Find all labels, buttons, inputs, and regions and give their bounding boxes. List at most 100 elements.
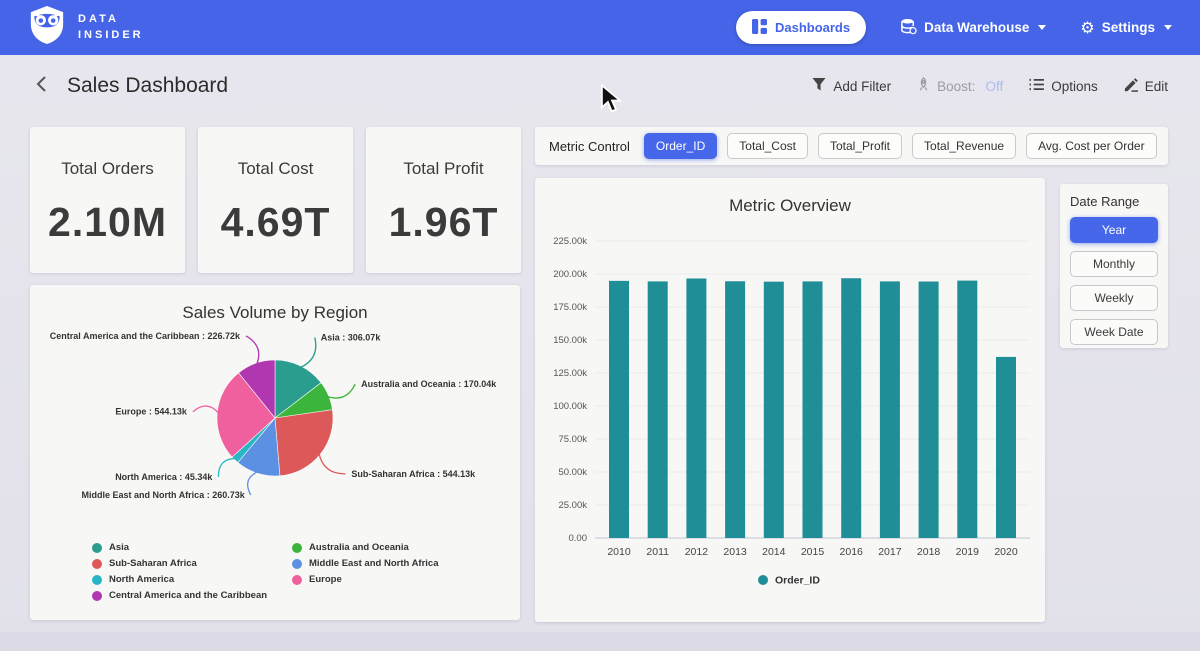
kpi-value: 1.96T bbox=[366, 199, 521, 246]
metric-chip-total-cost[interactable]: Total_Cost bbox=[727, 133, 808, 159]
bar bbox=[725, 281, 745, 538]
kpi-card-total-cost: Total Cost 4.69T bbox=[198, 127, 353, 273]
brand-name: DATA INSIDER bbox=[78, 12, 144, 44]
x-axis-tick-label: 2013 bbox=[723, 546, 747, 558]
date-range-week-date-button[interactable]: Week Date bbox=[1070, 319, 1158, 345]
date-range-monthly-button[interactable]: Monthly bbox=[1070, 251, 1158, 277]
bar bbox=[686, 278, 706, 538]
kpi-label: Total Profit bbox=[366, 159, 521, 179]
legend-item[interactable]: Middle East and North Africa bbox=[292, 558, 492, 569]
y-axis-tick-label: 0.00 bbox=[569, 533, 588, 544]
legend-name: Middle East and North Africa bbox=[309, 558, 439, 569]
pie-callout-label: Australia and Oceania : 170.04k bbox=[361, 379, 497, 389]
pie-chart-title: Sales Volume by Region bbox=[30, 285, 520, 323]
y-axis-tick-label: 75.00k bbox=[558, 434, 587, 445]
pie-callout-label: Middle East and North Africa : 260.73k bbox=[82, 490, 246, 500]
brand-logo[interactable]: DATA INSIDER bbox=[28, 5, 144, 50]
metric-control-bar: Metric Control Order_ID Total_Cost Total… bbox=[535, 127, 1168, 165]
bar bbox=[764, 282, 784, 538]
pie-callout-label: Central America and the Caribbean : 226.… bbox=[50, 331, 241, 341]
legend-name: Asia bbox=[109, 542, 129, 553]
legend-column: Australia and Oceania Middle East and Nor… bbox=[292, 542, 492, 606]
options-button[interactable]: Options bbox=[1029, 78, 1098, 94]
owl-logo-icon bbox=[28, 5, 66, 50]
date-range-year-button[interactable]: Year bbox=[1070, 217, 1158, 243]
boost-label: Boost: bbox=[937, 79, 975, 94]
nav-settings-button[interactable]: ⚙ Settings bbox=[1080, 20, 1172, 36]
add-filter-button[interactable]: Add Filter bbox=[812, 78, 891, 94]
filter-funnel-icon bbox=[812, 78, 826, 94]
y-axis-tick-label: 225.00k bbox=[553, 236, 587, 247]
dashboard-grid-icon bbox=[752, 19, 767, 37]
pie-chart-legend: Asia Sub-Saharan Africa North America Centr… bbox=[30, 542, 520, 606]
bar bbox=[957, 281, 977, 538]
metric-chip-total-profit[interactable]: Total_Profit bbox=[818, 133, 902, 159]
gear-icon: ⚙ bbox=[1080, 20, 1094, 36]
nav-dashboards-label: Dashboards bbox=[775, 20, 850, 35]
chevron-down-icon bbox=[1038, 25, 1046, 30]
x-axis-tick-label: 2019 bbox=[956, 546, 980, 558]
back-button[interactable] bbox=[32, 75, 51, 97]
rocket-icon bbox=[917, 77, 930, 95]
y-axis-tick-label: 100.00k bbox=[553, 401, 587, 412]
bar bbox=[841, 278, 861, 538]
pie-chart-card: Sales Volume by Region Asia : 306.07kAus… bbox=[30, 285, 520, 620]
legend-item[interactable]: North America bbox=[92, 574, 292, 585]
pencil-icon bbox=[1124, 78, 1138, 95]
nav-data-warehouse-button[interactable]: Data Warehouse bbox=[900, 18, 1046, 38]
kpi-card-total-profit: Total Profit 1.96T bbox=[366, 127, 521, 273]
kpi-value: 2.10M bbox=[30, 199, 185, 246]
bar bbox=[996, 357, 1016, 538]
edit-button[interactable]: Edit bbox=[1124, 78, 1168, 95]
x-axis-tick-label: 2012 bbox=[685, 546, 709, 558]
legend-column: Asia Sub-Saharan Africa North America Centr… bbox=[92, 542, 292, 606]
metric-chip-order-id[interactable]: Order_ID bbox=[644, 133, 717, 159]
legend-item[interactable]: Asia bbox=[92, 542, 292, 553]
legend-item[interactable]: Australia and Oceania bbox=[292, 542, 492, 553]
pie-callout-label: Europe : 544.13k bbox=[115, 407, 188, 417]
pie-chart: Asia : 306.07kAustralia and Oceania : 17… bbox=[30, 323, 520, 535]
pie-callout-label: North America : 45.34k bbox=[115, 472, 213, 482]
bar bbox=[609, 281, 629, 538]
bar bbox=[803, 281, 823, 538]
bar bbox=[880, 281, 900, 538]
legend-item[interactable]: Europe bbox=[292, 574, 492, 585]
nav-settings-label: Settings bbox=[1102, 20, 1155, 35]
legend-item[interactable]: Sub-Saharan Africa bbox=[92, 558, 292, 569]
nav-data-warehouse-label: Data Warehouse bbox=[924, 20, 1029, 35]
metric-control-label: Metric Control bbox=[549, 139, 630, 154]
bar-chart-card: Metric Overview 0.0025.00k50.00k75.00k10… bbox=[535, 178, 1045, 622]
x-axis-tick-label: 2018 bbox=[917, 546, 941, 558]
chevron-down-icon bbox=[1164, 25, 1172, 30]
legend-name: Sub-Saharan Africa bbox=[109, 558, 197, 569]
metric-chip-total-revenue[interactable]: Total_Revenue bbox=[912, 133, 1016, 159]
legend-item[interactable]: Central America and the Caribbean bbox=[92, 590, 292, 601]
database-icon bbox=[900, 18, 917, 38]
y-axis-tick-label: 125.00k bbox=[553, 368, 587, 379]
legend-name: Australia and Oceania bbox=[309, 542, 409, 553]
list-icon bbox=[1029, 78, 1044, 94]
page-title: Sales Dashboard bbox=[67, 74, 228, 98]
options-label: Options bbox=[1051, 79, 1098, 94]
bar bbox=[648, 281, 668, 538]
kpi-card-total-orders: Total Orders 2.10M bbox=[30, 127, 185, 273]
legend-name: North America bbox=[109, 574, 174, 585]
x-axis-tick-label: 2017 bbox=[878, 546, 902, 558]
bar-chart: 0.0025.00k50.00k75.00k100.00k125.00k150.… bbox=[535, 216, 1045, 615]
date-range-weekly-button[interactable]: Weekly bbox=[1070, 285, 1158, 311]
metric-chip-avg-cost-per-order[interactable]: Avg. Cost per Order bbox=[1026, 133, 1157, 159]
boost-state: Off bbox=[985, 79, 1003, 94]
footer-strip bbox=[0, 632, 1200, 651]
boost-toggle[interactable]: Boost: Off bbox=[917, 77, 1003, 95]
x-axis-tick-label: 2011 bbox=[646, 546, 669, 558]
pie-callout-label: Sub-Saharan Africa : 544.13k bbox=[351, 469, 476, 479]
legend-name: Europe bbox=[309, 574, 342, 585]
top-navbar: DATA INSIDER Dashboards bbox=[0, 0, 1200, 55]
nav-dashboards-button[interactable]: Dashboards bbox=[736, 11, 866, 44]
y-axis-tick-label: 175.00k bbox=[553, 302, 587, 313]
x-axis-tick-label: 2015 bbox=[801, 546, 825, 558]
legend-name: Central America and the Caribbean bbox=[109, 590, 267, 601]
legend-dot bbox=[292, 559, 302, 569]
x-axis-tick-label: 2020 bbox=[994, 546, 1018, 558]
y-axis-tick-label: 150.00k bbox=[553, 335, 587, 346]
